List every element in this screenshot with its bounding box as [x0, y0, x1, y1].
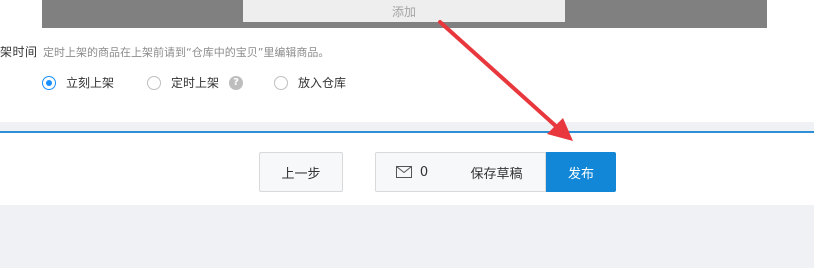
radio-list-now[interactable]: 立刻上架 [42, 74, 114, 91]
add-button[interactable]: 添加 [243, 0, 565, 22]
radio-scheduled[interactable]: 定时上架 ? [147, 74, 244, 91]
radio-warehouse[interactable]: 放入仓库 [274, 74, 346, 91]
radio-label: 立刻上架 [66, 76, 115, 90]
help-icon[interactable]: ? [229, 75, 244, 90]
listing-time-label: 架时间 [0, 45, 38, 59]
message-button[interactable]: 0 [375, 152, 449, 192]
save-draft-button[interactable]: 保存草稿 [448, 152, 546, 192]
prev-step-button[interactable]: 上一步 [259, 152, 343, 192]
radio-label: 定时上架 [171, 76, 220, 90]
message-count: 0 [419, 164, 429, 180]
listing-panel: 添加 架时间 定时上架的商品在上架前请到“仓库中的宝贝”里编辑商品。 立刻上架 … [0, 0, 814, 122]
publish-button[interactable]: 发布 [546, 152, 616, 192]
radio-checked-icon [42, 75, 56, 90]
mail-icon [395, 166, 412, 178]
radio-unchecked-icon [274, 75, 288, 90]
radio-label: 放入仓库 [298, 76, 347, 90]
radio-unchecked-icon [147, 75, 161, 90]
listing-time-hint: 定时上架的商品在上架前请到“仓库中的宝贝”里编辑商品。 [43, 46, 330, 59]
